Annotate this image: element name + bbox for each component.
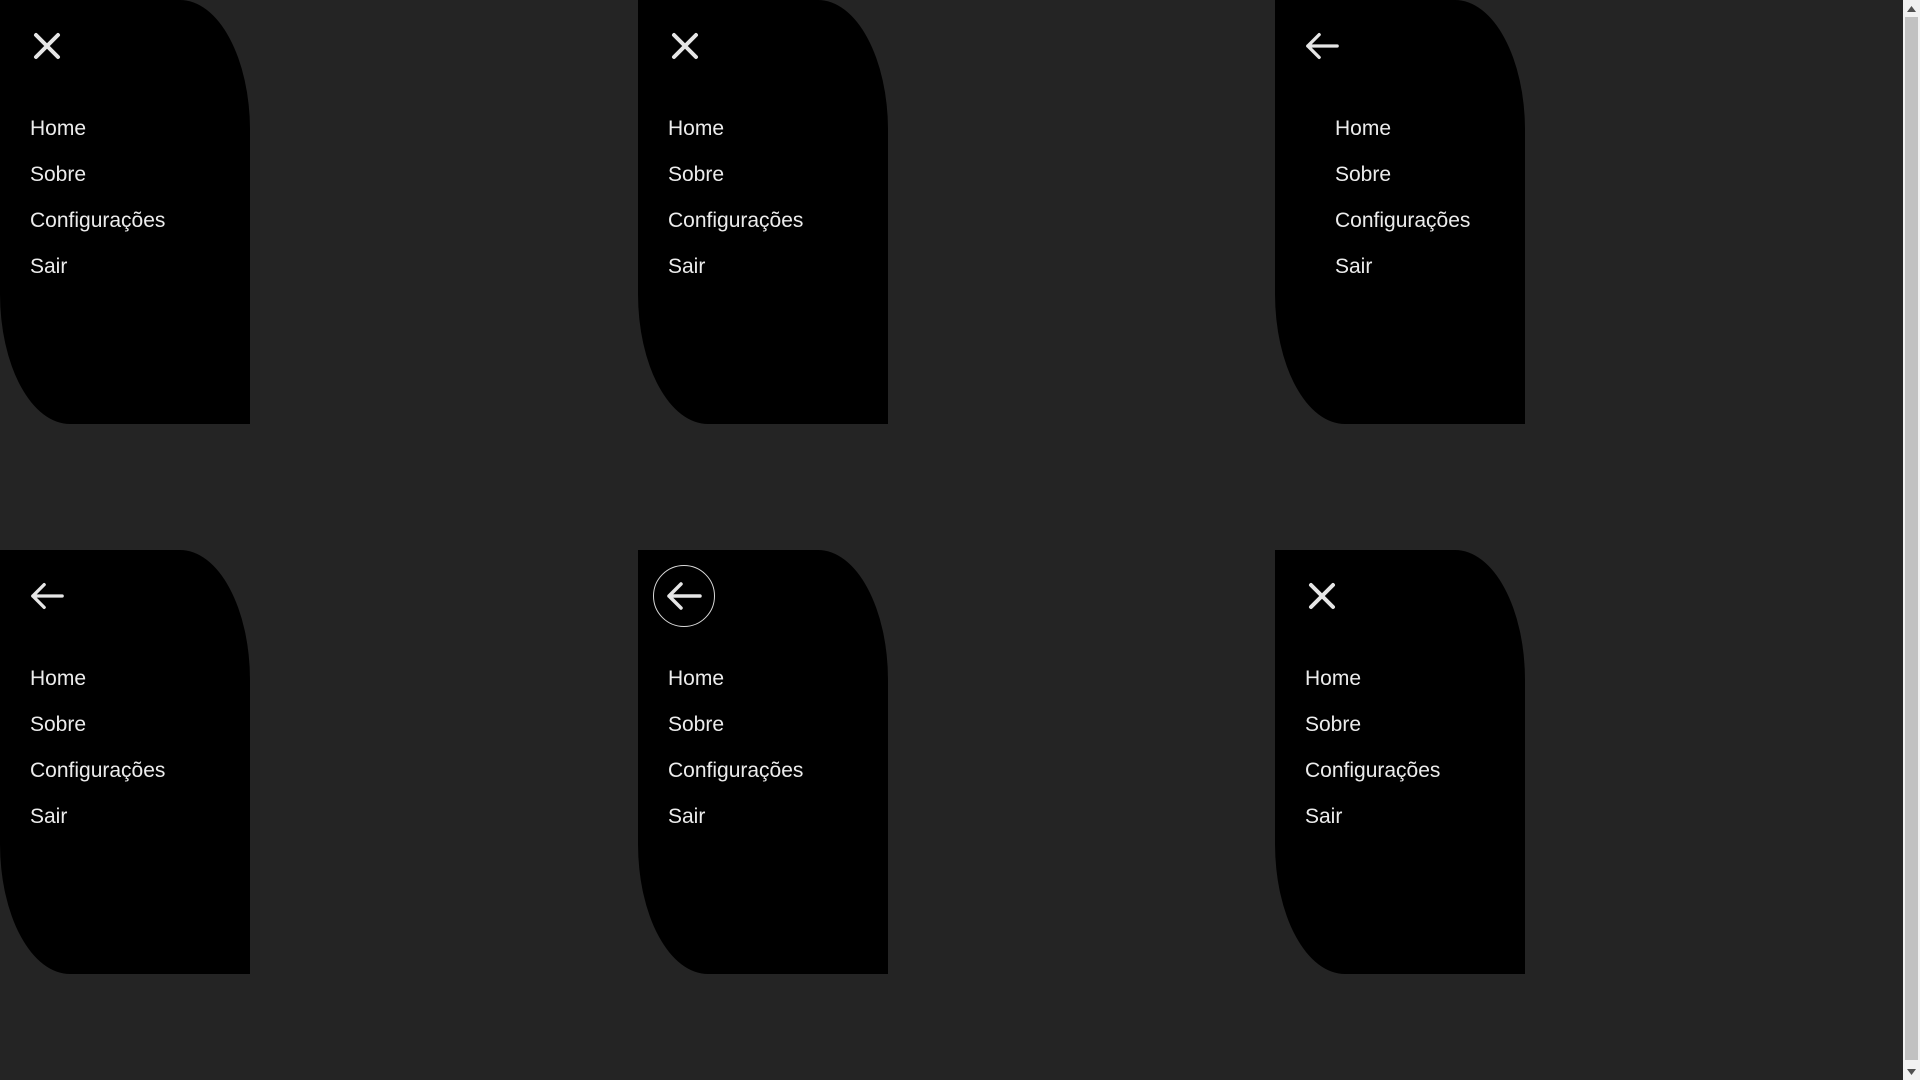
scroll-down-icon[interactable] [1903, 1063, 1920, 1080]
menu-item-home[interactable]: Home [668, 106, 803, 152]
side-menu-panel: Home Sobre Configurações Sair [1275, 550, 1525, 974]
side-menu-panel: Home Sobre Configurações Sair [0, 0, 250, 424]
menu-item-configuracoes[interactable]: Configurações [30, 198, 165, 244]
side-menu-panel: Home Sobre Configurações Sair [638, 550, 888, 974]
menu-item-sobre[interactable]: Sobre [30, 702, 165, 748]
menu-item-sobre[interactable]: Sobre [1305, 702, 1440, 748]
menu-item-home[interactable]: Home [30, 656, 165, 702]
menu-list: Home Sobre Configurações Sair [668, 656, 803, 840]
menu-item-sair[interactable]: Sair [1335, 244, 1470, 290]
menu-item-configuracoes[interactable]: Configurações [1305, 748, 1440, 794]
menu-item-home[interactable]: Home [1305, 656, 1440, 702]
menu-list: Home Sobre Configurações Sair [668, 106, 803, 290]
side-menu-panel: Home Sobre Configurações Sair [1275, 0, 1525, 424]
menu-item-configuracoes[interactable]: Configurações [668, 198, 803, 244]
menu-item-configuracoes[interactable]: Configurações [30, 748, 165, 794]
menu-item-sobre[interactable]: Sobre [1335, 152, 1470, 198]
side-menu-panel: Home Sobre Configurações Sair [0, 550, 250, 974]
vertical-scrollbar[interactable] [1903, 0, 1920, 1080]
menu-item-sair[interactable]: Sair [1305, 794, 1440, 840]
arrow-left-circle-icon[interactable] [653, 565, 715, 627]
menu-list: Home Sobre Configurações Sair [30, 656, 165, 840]
menu-item-sobre[interactable]: Sobre [668, 152, 803, 198]
scroll-up-icon[interactable] [1903, 0, 1920, 17]
close-icon[interactable] [667, 28, 703, 64]
menu-item-sobre[interactable]: Sobre [668, 702, 803, 748]
menu-item-home[interactable]: Home [668, 656, 803, 702]
menu-item-sair[interactable]: Sair [668, 244, 803, 290]
menu-item-configuracoes[interactable]: Configurações [668, 748, 803, 794]
arrow-left-icon[interactable] [1304, 28, 1340, 64]
arrow-left-icon[interactable] [29, 578, 65, 614]
close-icon[interactable] [29, 28, 65, 64]
menu-item-configuracoes[interactable]: Configurações [1335, 198, 1470, 244]
side-menu-panel: Home Sobre Configurações Sair [638, 0, 888, 424]
menu-item-sair[interactable]: Sair [30, 794, 165, 840]
menu-list: Home Sobre Configurações Sair [30, 106, 165, 290]
menu-item-sobre[interactable]: Sobre [30, 152, 165, 198]
menu-item-sair[interactable]: Sair [30, 244, 165, 290]
menu-item-home[interactable]: Home [30, 106, 165, 152]
menu-item-sair[interactable]: Sair [668, 794, 803, 840]
menu-list: Home Sobre Configurações Sair [1305, 656, 1440, 840]
menu-item-home[interactable]: Home [1335, 106, 1470, 152]
scrollbar-thumb[interactable] [1905, 17, 1918, 1060]
page: Home Sobre Configurações Sair Home Sobre… [0, 0, 1920, 1080]
menu-list: Home Sobre Configurações Sair [1335, 106, 1470, 290]
close-icon[interactable] [1304, 578, 1340, 614]
